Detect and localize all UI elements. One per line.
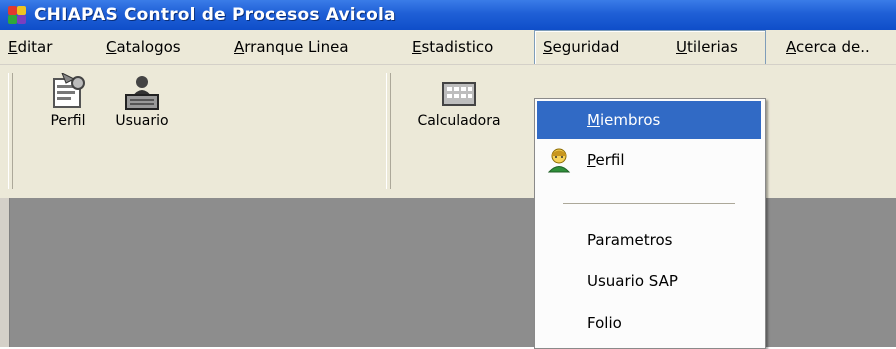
menu-bar: Editar Catalogos Arranque Linea Estadist… xyxy=(0,30,896,65)
menu-catalogos[interactable]: Catalogos xyxy=(98,30,189,64)
menu-acerca-label: cerca de.. xyxy=(796,38,870,56)
menu-utilerias-label: tilerias xyxy=(686,38,738,56)
menu-estadistico-label: stadistico xyxy=(421,38,494,56)
menu-item-miembros[interactable]: Miembros xyxy=(537,101,761,139)
menu-catalogos-label: atalogos xyxy=(116,38,181,56)
menu-arranque-linea[interactable]: Arranque Linea xyxy=(226,30,357,64)
seguridad-dropdown: Miembros Perfil Parametros Usuario SAP F… xyxy=(534,98,766,349)
menu-seguridad-accel: S xyxy=(543,38,553,56)
menu-acerca-accel: A xyxy=(786,38,796,56)
menu-item-usuario-sap[interactable]: Usuario SAP xyxy=(537,262,761,300)
perfil-button[interactable]: Perfil xyxy=(40,71,96,187)
menu-catalogos-accel: C xyxy=(106,38,117,56)
app-icon[interactable] xyxy=(6,4,28,26)
user-profile-icon xyxy=(547,148,571,173)
menu-item-parametros[interactable]: Parametros xyxy=(537,221,761,259)
menu-separator xyxy=(563,203,735,204)
menu-editar-label: ditar xyxy=(17,38,53,56)
calculadora-button[interactable]: Calculadora xyxy=(404,71,514,187)
miembros-label: iembros xyxy=(599,111,661,129)
menu-utilerias[interactable]: Utilerias xyxy=(668,30,746,64)
menu-item-perfil[interactable]: Perfil xyxy=(537,141,761,179)
perfil-menu-label: erfil xyxy=(595,151,625,169)
calculator-icon xyxy=(442,82,476,106)
menu-arranque-label: rranque Linea xyxy=(244,38,349,56)
window-title: CHIAPAS Control de Procesos Avicola xyxy=(34,5,396,25)
menu-arranque-accel: A xyxy=(234,38,245,56)
parametros-label: Parametros xyxy=(587,231,673,249)
perfil-accel: P xyxy=(587,151,596,169)
profile-doc-icon xyxy=(53,73,85,108)
menu-estadistico[interactable]: Estadistico xyxy=(404,30,501,64)
miembros-accel: M xyxy=(587,111,600,129)
workspace-left-border xyxy=(0,198,10,347)
toolbar-grip[interactable] xyxy=(8,73,13,189)
menu-seguridad-label: eguridad xyxy=(552,38,620,56)
menu-item-folio[interactable]: Folio xyxy=(537,304,761,342)
usuario-sap-label: Usuario SAP xyxy=(587,272,678,290)
perfil-label: Perfil xyxy=(50,113,86,129)
usuario-button[interactable]: Usuario xyxy=(112,71,172,187)
usuario-label: Usuario xyxy=(115,113,169,129)
menu-utilerias-accel: U xyxy=(676,38,687,56)
menu-editar[interactable]: Editar xyxy=(0,30,60,64)
folio-label: Folio xyxy=(587,314,622,332)
calculadora-label: Calculadora xyxy=(417,113,501,129)
toolbar-grip-2[interactable] xyxy=(386,73,391,189)
user-desk-icon xyxy=(125,76,159,110)
menu-acerca-de[interactable]: Acerca de.. xyxy=(778,30,878,64)
title-bar[interactable]: CHIAPAS Control de Procesos Avicola xyxy=(0,0,896,30)
